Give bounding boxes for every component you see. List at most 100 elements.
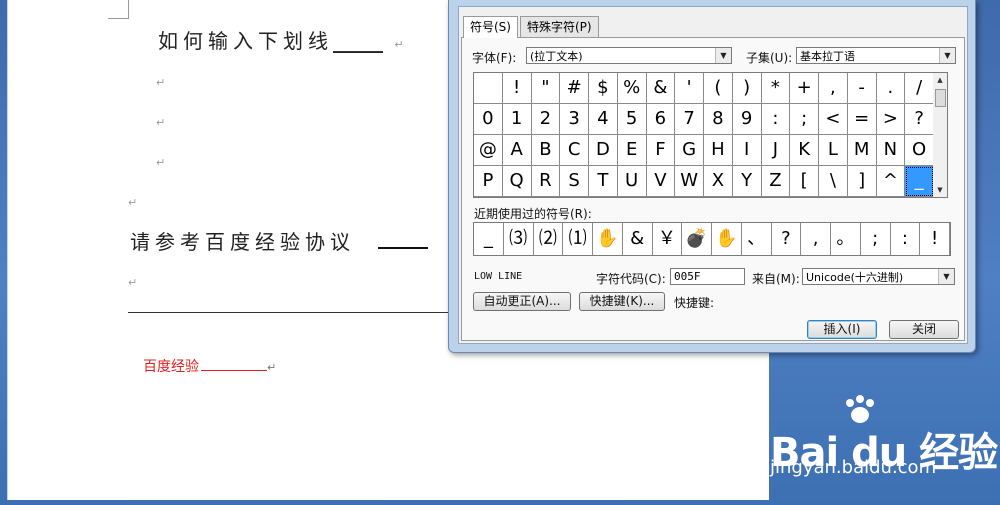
symbol-cell[interactable]: = <box>847 104 877 135</box>
symbol-cell[interactable]: T <box>589 166 618 197</box>
autocorrect-button[interactable]: 自动更正(A)... <box>473 292 571 311</box>
symbol-cell[interactable]: I <box>732 135 762 166</box>
char-code-input[interactable]: 005F <box>670 268 745 285</box>
symbol-cell[interactable]: " <box>531 73 561 104</box>
tab-symbols[interactable]: 符号(S) <box>463 16 518 38</box>
symbol-cell[interactable]: 3 <box>560 104 589 135</box>
recent-symbol-cell[interactable]: 💣 <box>682 223 712 255</box>
recent-symbol-cell[interactable]: ✋ <box>593 223 623 255</box>
recent-symbol-cell[interactable]: ￥ <box>653 223 683 255</box>
symbol-cell[interactable]: U <box>617 166 647 197</box>
symbol-cell[interactable]: @ <box>474 135 503 166</box>
recent-symbols-grid[interactable]: _ ⑶ ⑵ ⑴ ✋ & ￥ 💣 ✋、?,。;:! <box>473 222 951 256</box>
symbol-cell[interactable]: B <box>531 135 561 166</box>
recent-symbol-cell[interactable]: 。 <box>831 223 861 255</box>
symbol-cell[interactable]: ? <box>905 104 934 135</box>
recent-symbol-cell[interactable]: ! <box>920 223 950 255</box>
symbol-cell[interactable]: Q <box>502 166 532 197</box>
scrollbar-thumb[interactable] <box>935 89 946 107</box>
symbol-cell[interactable]: 9 <box>732 104 762 135</box>
symbol-cell[interactable]: 7 <box>675 104 704 135</box>
symbol-cell[interactable]: # <box>560 73 589 104</box>
chevron-down-icon[interactable]: ▼ <box>939 48 955 63</box>
subset-select[interactable]: 基本拉丁语 ▼ <box>796 47 956 64</box>
symbol-cell[interactable]: J <box>761 135 791 166</box>
symbol-cell[interactable]: & <box>646 73 676 104</box>
symbol-cell[interactable]: H <box>704 135 733 166</box>
symbol-cell[interactable]: ! <box>502 73 532 104</box>
scroll-down-icon[interactable]: ▼ <box>933 183 947 197</box>
recent-symbol-cell[interactable]: ; <box>861 223 891 255</box>
symbol-cell[interactable]: + <box>790 73 819 104</box>
symbol-cell[interactable]: , <box>819 73 848 104</box>
heading-how-to-underline: 如何输入下划线_____ ↵ <box>158 25 409 54</box>
close-button[interactable]: 关闭 <box>889 320 959 339</box>
symbol-cell[interactable]: A <box>502 135 532 166</box>
symbol-cell[interactable]: 6 <box>646 104 676 135</box>
symbol-cell[interactable]: S <box>560 166 589 197</box>
symbol-cell[interactable]: P <box>474 166 503 197</box>
recent-symbol-cell[interactable]: ⑵ <box>534 223 564 255</box>
symbol-cell[interactable]: \ <box>819 166 848 197</box>
symbol-cell[interactable]: F <box>646 135 676 166</box>
symbol-cell[interactable]: L <box>819 135 848 166</box>
symbol-cell[interactable]: ( <box>704 73 733 104</box>
symbol-cell[interactable]: K <box>790 135 819 166</box>
symbol-cell[interactable]: - <box>847 73 877 104</box>
symbol-cell[interactable]: E <box>617 135 647 166</box>
symbol-cell[interactable]: : <box>761 104 791 135</box>
recent-symbol-cell[interactable]: , <box>801 223 831 255</box>
recent-symbol-cell[interactable]: : <box>891 223 921 255</box>
recent-symbol-cell[interactable]: ✋ <box>712 223 742 255</box>
recent-symbol-cell[interactable]: ⑴ <box>563 223 593 255</box>
symbol-cell[interactable]: 0 <box>474 104 503 135</box>
recent-symbol-cell[interactable]: _ <box>474 223 504 255</box>
symbol-grid[interactable]: ! " # $% & '() * +, -./ 0 1 2 3 4 5 6 7 8 9:; < = >? @ A B C D E F G H… <box>473 72 935 198</box>
scroll-up-icon[interactable]: ▲ <box>933 73 947 87</box>
recent-symbol-cell[interactable]: & <box>623 223 653 255</box>
chevron-down-icon[interactable]: ▼ <box>938 269 954 284</box>
tab-special-characters[interactable]: 特殊字符(P) <box>520 16 599 37</box>
symbol-cell[interactable]: ] <box>847 166 877 197</box>
symbol-cell[interactable]: 4 <box>589 104 618 135</box>
insert-button[interactable]: 插入(I) <box>807 320 877 339</box>
shortcut-key-button[interactable]: 快捷键(K)... <box>579 292 665 311</box>
chevron-down-icon[interactable]: ▼ <box>715 48 731 63</box>
symbol-cell[interactable]: > <box>876 104 906 135</box>
symbol-cell[interactable]: 5 <box>617 104 647 135</box>
symbol-cell[interactable]: < <box>819 104 848 135</box>
symbol-cell[interactable] <box>474 73 503 104</box>
symbol-cell[interactable]: Z <box>761 166 791 197</box>
symbol-cell[interactable]: D <box>589 135 618 166</box>
symbol-cell[interactable]: 2 <box>531 104 561 135</box>
symbol-cell[interactable]: * <box>761 73 791 104</box>
symbol-cell[interactable]: $ <box>589 73 618 104</box>
symbol-cell[interactable]: R <box>531 166 561 197</box>
symbol-cell[interactable]: O <box>905 135 934 166</box>
symbol-cell[interactable]: ) <box>732 73 762 104</box>
symbol-cell[interactable]: . <box>876 73 906 104</box>
symbol-cell[interactable]: ; <box>790 104 819 135</box>
recent-symbol-cell[interactable]: ⑶ <box>504 223 534 255</box>
symbol-cell[interactable]: 1 <box>502 104 532 135</box>
symbol-cell[interactable]: G <box>675 135 704 166</box>
symbol-cell[interactable]: / <box>905 73 934 104</box>
symbol-grid-scrollbar[interactable]: ▲ ▼ <box>933 72 948 198</box>
symbol-cell[interactable]: ^ <box>876 166 906 197</box>
symbol-cell[interactable]: ' <box>675 73 704 104</box>
symbol-cell[interactable]: C <box>560 135 589 166</box>
symbol-cell[interactable]: V <box>646 166 676 197</box>
recent-symbol-cell[interactable]: 、 <box>742 223 772 255</box>
from-select[interactable]: Unicode(十六进制) ▼ <box>802 268 955 285</box>
symbol-cell[interactable]: [ <box>790 166 819 197</box>
symbol-cell[interactable]: X <box>704 166 733 197</box>
symbol-cell[interactable]: 8 <box>704 104 733 135</box>
symbol-cell[interactable]: _ <box>905 166 934 197</box>
symbol-cell[interactable]: M <box>847 135 877 166</box>
symbol-cell[interactable]: N <box>876 135 906 166</box>
recent-symbol-cell[interactable]: ? <box>772 223 802 255</box>
font-select[interactable]: (拉丁文本) ▼ <box>526 47 732 64</box>
symbol-cell[interactable]: W <box>675 166 704 197</box>
symbol-cell[interactable]: % <box>617 73 647 104</box>
symbol-cell[interactable]: Y <box>732 166 762 197</box>
